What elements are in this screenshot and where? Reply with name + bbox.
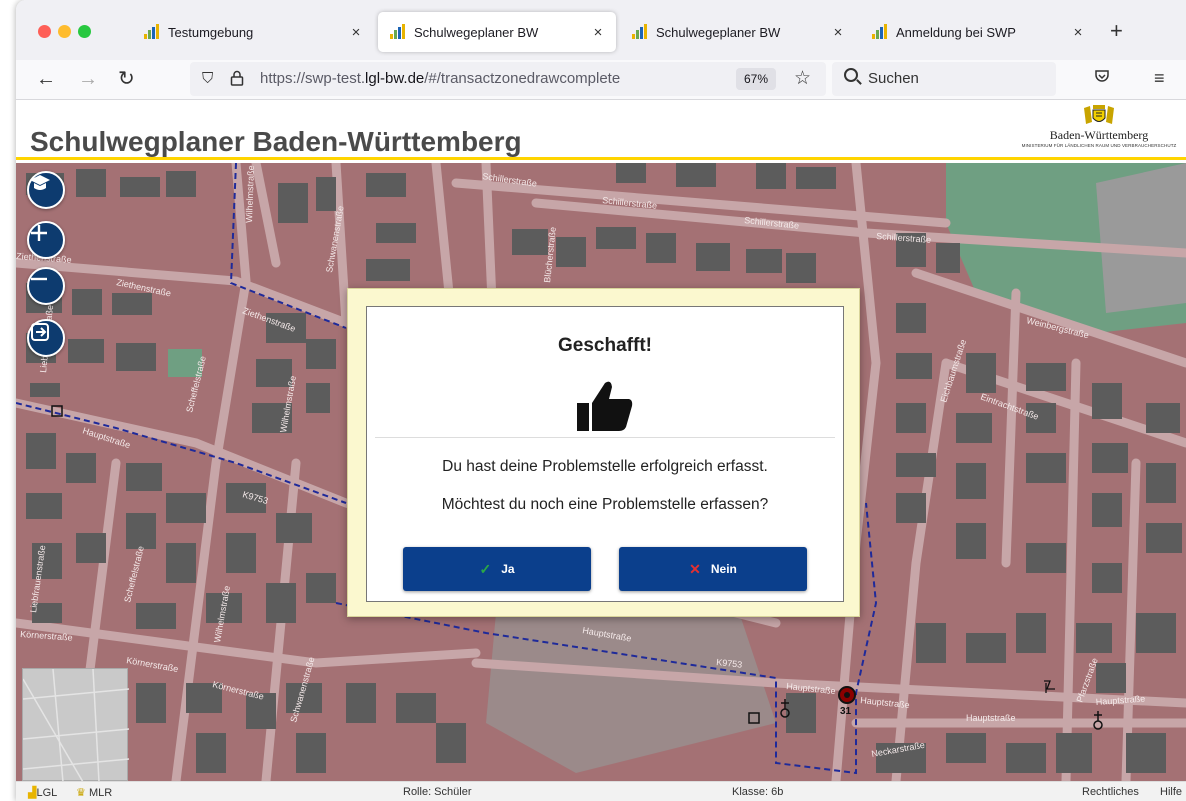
street-label: Wilhelmstraße [244,165,256,223]
window-minimize-button[interactable] [58,25,71,38]
swp-favicon-icon [872,24,888,40]
marker-label: 31 [840,706,852,717]
no-button[interactable]: ✕ Nein [619,547,807,591]
search-icon [844,68,858,82]
new-tab-button[interactable]: + [1110,20,1123,42]
back-arrow-icon[interactable]: ← [36,68,56,90]
dialog-message: Du hast deine Problemstelle erfolgreich … [442,458,768,475]
lgl-logo[interactable]: ▟LGL [28,786,57,799]
close-icon: ✕ [689,560,701,577]
yes-label: Ja [501,562,515,576]
tab-label: Anmeldung bei SWP [896,24,1016,40]
logo-name: Baden-Württemberg [1049,128,1149,142]
forward-arrow-icon[interactable]: → [78,68,98,90]
street-label: Hauptstraße [966,713,1016,723]
window-zoom-button[interactable] [78,25,91,38]
open-area [1096,163,1186,313]
role-label: Rolle: Schüler [403,786,472,798]
minus-icon [31,277,47,281]
tab-close-icon[interactable]: × [1068,24,1088,41]
swp-favicon-icon [390,24,406,40]
success-dialog-frame: Geschafft! Du hast deine Problemstelle e… [347,288,860,617]
layers-button[interactable] [27,171,65,209]
problem-marker[interactable]: 31 [838,686,856,717]
pocket-icon[interactable] [1094,68,1110,89]
street-label: Körnerstraße [126,655,179,674]
dialog-divider [375,437,835,438]
help-link[interactable]: Hilfe [1160,786,1182,798]
lock-icon[interactable] [230,70,244,90]
swp-favicon-icon [632,24,648,40]
overview-map-canvas [23,669,129,781]
success-dialog: Geschafft! Du hast deine Problemstelle e… [366,306,844,602]
thumbs-up-icon [577,381,633,431]
logo-subtitle: MINISTERIUM FÜR LÄNDLICHEN RAUM UND VERB… [1021,143,1177,148]
tab-close-icon[interactable]: × [588,24,608,41]
check-icon: ✓ [479,560,492,577]
legal-link[interactable]: Rechtliches [1082,786,1139,798]
reload-icon[interactable]: ↻ [118,68,135,90]
mlr-logo[interactable]: ♛ MLR [76,786,112,799]
search-bar[interactable]: Suchen [832,62,1056,96]
monument-icon[interactable] [1044,680,1055,693]
plus-icon [31,225,47,241]
coat-of-arms-icon [1084,105,1114,124]
mortarboard-icon [30,175,50,190]
search-placeholder: Suchen [868,70,919,87]
url-bar[interactable]: ⛉ https://swp-test.lgl-bw.de/#/transactz… [190,62,826,96]
tab-close-icon[interactable]: × [346,24,366,41]
browser-window: Testumgebung × Schulwegeplaner BW × Schu… [16,0,1186,801]
navigation-bar: ← → ↻ ⛉ https://swp-test.lgl-bw.de/#/tra… [16,60,1186,100]
zoom-in-button[interactable] [27,221,65,259]
tab-schulwegeplaner[interactable]: Schulwegeplaner BW × [620,12,856,52]
swp-favicon-icon [144,24,160,40]
window-close-button[interactable] [38,25,51,38]
tab-schulwegeplaner-active[interactable]: Schulwegeplaner BW × [378,12,616,52]
bookmark-star-icon[interactable]: ☆ [794,67,811,90]
status-footer: ▟LGL ♛ MLR Rolle: Schüler Klasse: 6b Rec… [16,781,1186,801]
exit-icon [31,323,49,341]
tab-label: Schulwegeplaner BW [656,24,781,40]
shield-icon[interactable]: ⛉ [202,70,213,87]
tab-anmeldung[interactable]: Anmeldung bei SWP × [860,12,1096,52]
exit-button[interactable] [27,319,65,357]
no-label: Nein [710,562,737,576]
url-text[interactable]: https://swp-test.lgl-bw.de/#/transactzon… [260,70,620,87]
zoom-out-button[interactable] [27,267,65,305]
app-title: Schulwegplaner Baden-Württemberg [30,126,522,157]
tab-close-icon[interactable]: × [828,24,848,41]
app-header: Schulwegplaner Baden-Württemberg Baden-W… [16,100,1186,160]
baden-wuerttemberg-logo[interactable]: Baden-Württemberg MINISTERIUM FÜR LÄNDLI… [1012,104,1186,158]
plaza-area [486,603,776,773]
hamburger-menu-icon[interactable]: ≡ [1154,68,1165,89]
tab-testumgebung[interactable]: Testumgebung × [132,12,374,52]
dialog-question: Möchtest du noch eine Problemstelle erfa… [441,496,769,513]
overview-map[interactable] [22,668,129,781]
tab-bar: Testumgebung × Schulwegeplaner BW × Schu… [16,0,1186,60]
tab-label: Schulwegeplaner BW [414,24,539,40]
dialog-title: Geschafft! [558,335,652,356]
street-label: Scheffelstraße [122,545,146,604]
class-label: Klasse: 6b [732,786,784,798]
yes-button[interactable]: ✓ Ja [403,547,591,591]
tab-label: Testumgebung [168,24,254,40]
zoom-indicator[interactable]: 67% [736,68,777,90]
